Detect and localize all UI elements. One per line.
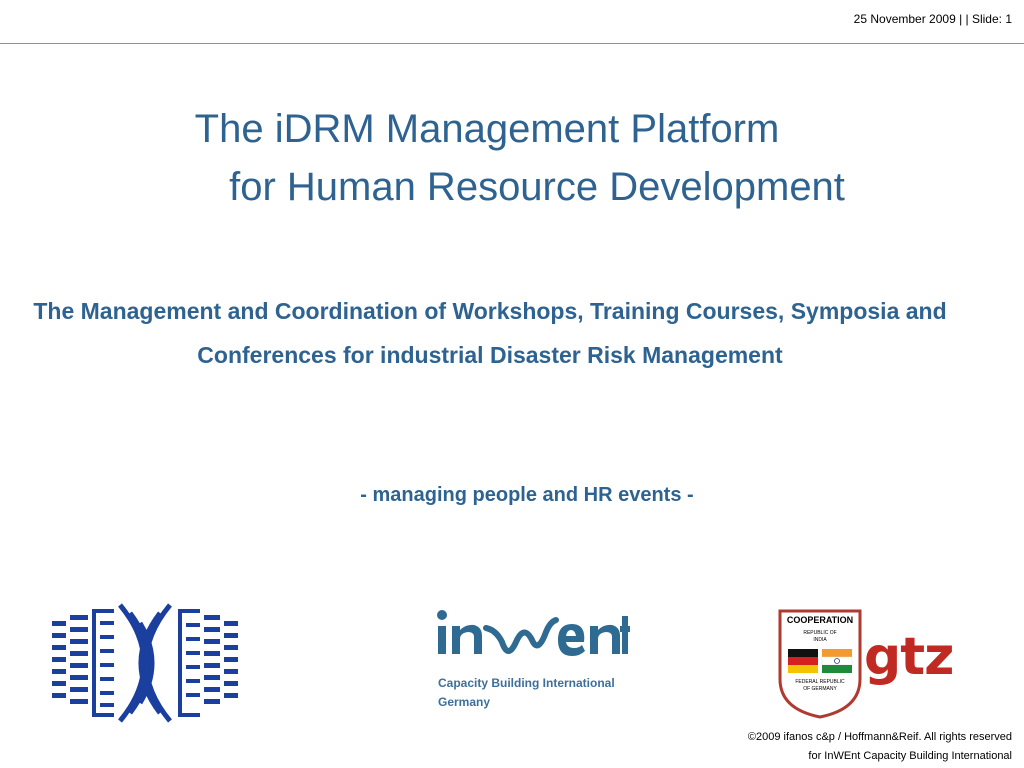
header-divider (0, 43, 1024, 44)
coop-title: COOPERATION (787, 615, 853, 625)
coop-country2-line1: FEDERAL REPUBLIC (795, 679, 845, 685)
slide-subtitle: The Management and Coordination of Works… (33, 298, 947, 368)
idrm-logo (50, 601, 240, 726)
copyright-line-2: for InWEnt Capacity Building Internation… (808, 750, 1012, 762)
coop-country1-line2: INDIA (813, 637, 827, 643)
inwent-caption-line-2: Germany (438, 695, 491, 709)
inwent-wordmark (437, 610, 630, 656)
inwent-caption: Capacity Building International Germany (438, 674, 615, 712)
cooperation-badge: COOPERATION REPUBLIC OF INDIA FEDERAL RE… (778, 609, 862, 719)
gtz-cooperation-logo: COOPERATION REPUBLIC OF INDIA FEDERAL RE… (778, 609, 960, 719)
inwent-logo: Capacity Building International Germany (434, 602, 630, 714)
coop-country1-line1: REPUBLIC OF (803, 630, 836, 636)
slide-title-line-1: The iDRM Management Platform (194, 107, 780, 151)
slide-title: The iDRM Management Platform for Human R… (0, 100, 1024, 216)
slide-tagline: - managing people and HR events - (360, 484, 694, 506)
copyright-notice: ©2009 ifanos c&p / Hoffmann&Reif. All ri… (748, 728, 1012, 766)
gtz-wordmark: gtz (864, 627, 954, 687)
inwent-caption-line-1: Capacity Building International (438, 676, 615, 690)
coop-country2-line2: OF GERMANY (803, 686, 837, 692)
slide-header-meta: 25 November 2009 | | Slide: 1 (853, 12, 1012, 26)
idrm-logo-graphic (52, 603, 238, 723)
slide-title-line-2: for Human Resource Development (229, 165, 845, 209)
copyright-line-1: ©2009 ifanos c&p / Hoffmann&Reif. All ri… (747, 731, 1012, 743)
